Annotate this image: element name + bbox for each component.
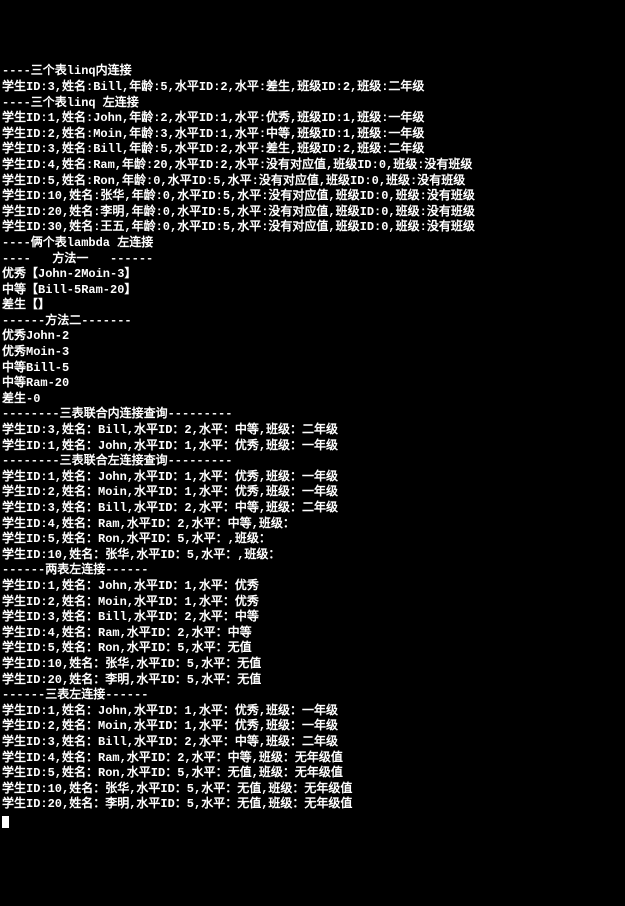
output-line: 学生ID:2,姓名：Moin,水平ID：1,水平：优秀 — [2, 595, 623, 611]
cursor-line — [2, 813, 623, 829]
output-line: 学生ID:10,姓名：张华,水平ID：5,水平：无值,班级：无年级值 — [2, 782, 623, 798]
output-line: 差生-0 — [2, 392, 623, 408]
output-line: 学生ID:10,姓名：张华,水平ID：5,水平：,班级： — [2, 548, 623, 564]
output-line: 学生ID:10,姓名：张华,水平ID：5,水平：无值 — [2, 657, 623, 673]
output-line: 学生ID:3,姓名：Bill,水平ID：2,水平：中等,班级：二年级 — [2, 423, 623, 439]
output-line: 学生ID:3,姓名：Bill,水平ID：2,水平：中等,班级：二年级 — [2, 501, 623, 517]
output-line: ----俩个表lambda 左连接 — [2, 236, 623, 252]
output-line: 学生ID:10,姓名:张华,年龄:0,水平ID:5,水平:没有对应值,班级ID:… — [2, 189, 623, 205]
output-line: 学生ID:20,姓名：李明,水平ID：5,水平：无值 — [2, 673, 623, 689]
output-line: 学生ID:1,姓名：John,水平ID：1,水平：优秀,班级：一年级 — [2, 439, 623, 455]
output-line: 中等【Bill-5Ram-20】 — [2, 283, 623, 299]
output-line: ----三个表linq内连接 — [2, 64, 623, 80]
output-line: --------三表联合内连接查询--------- — [2, 407, 623, 423]
output-line: 学生ID:4,姓名：Ram,水平ID：2,水平：中等 — [2, 626, 623, 642]
output-line: ---- 方法一 ------ — [2, 252, 623, 268]
output-line: 学生ID:3,姓名:Bill,年龄:5,水平ID:2,水平:差生,班级ID:2,… — [2, 80, 623, 96]
output-line: 学生ID:2,姓名：Moin,水平ID：1,水平：优秀,班级：一年级 — [2, 719, 623, 735]
output-line: 学生ID:2,姓名：Moin,水平ID：1,水平：优秀,班级：一年级 — [2, 485, 623, 501]
output-line: ------三表左连接------ — [2, 688, 623, 704]
output-line: 学生ID:5,姓名:Ron,年龄:0,水平ID:5,水平:没有对应值,班级ID:… — [2, 174, 623, 190]
output-line: 学生ID:1,姓名：John,水平ID：1,水平：优秀,班级：一年级 — [2, 704, 623, 720]
output-line: ------两表左连接------ — [2, 563, 623, 579]
output-line: 中等Ram-20 — [2, 376, 623, 392]
output-line: ------方法二------- — [2, 314, 623, 330]
output-line: 学生ID:3,姓名：Bill,水平ID：2,水平：中等 — [2, 610, 623, 626]
output-line: 学生ID:4,姓名：Ram,水平ID：2,水平：中等,班级： — [2, 517, 623, 533]
output-line: 优秀Moin-3 — [2, 345, 623, 361]
output-line: 学生ID:2,姓名:Moin,年龄:3,水平ID:1,水平:中等,班级ID:1,… — [2, 127, 623, 143]
terminal-output: ----三个表linq内连接学生ID:3,姓名:Bill,年龄:5,水平ID:2… — [2, 64, 623, 828]
output-line: 学生ID:3,姓名：Bill,水平ID：2,水平：中等,班级：二年级 — [2, 735, 623, 751]
cursor — [2, 816, 9, 828]
output-line: 学生ID:4,姓名：Ram,水平ID：2,水平：中等,班级：无年级值 — [2, 751, 623, 767]
output-line: 差生【】 — [2, 298, 623, 314]
output-line: 学生ID:5,姓名：Ron,水平ID：5,水平：无值,班级：无年级值 — [2, 766, 623, 782]
output-line: 学生ID:3,姓名:Bill,年龄:5,水平ID:2,水平:差生,班级ID:2,… — [2, 142, 623, 158]
output-line: 学生ID:5,姓名：Ron,水平ID：5,水平：无值 — [2, 641, 623, 657]
output-line: 学生ID:20,姓名：李明,水平ID：5,水平：无值,班级：无年级值 — [2, 797, 623, 813]
output-line: --------三表联合左连接查询--------- — [2, 454, 623, 470]
output-line: 学生ID:1,姓名：John,水平ID：1,水平：优秀,班级：一年级 — [2, 470, 623, 486]
output-line: 学生ID:1,姓名：John,水平ID：1,水平：优秀 — [2, 579, 623, 595]
output-line: 学生ID:4,姓名:Ram,年龄:20,水平ID:2,水平:没有对应值,班级ID… — [2, 158, 623, 174]
output-line: 学生ID:5,姓名：Ron,水平ID：5,水平：,班级： — [2, 532, 623, 548]
output-line: 中等Bill-5 — [2, 361, 623, 377]
output-line: 学生ID:1,姓名:John,年龄:2,水平ID:1,水平:优秀,班级ID:1,… — [2, 111, 623, 127]
output-line: 优秀John-2 — [2, 329, 623, 345]
output-line: ----三个表linq 左连接 — [2, 96, 623, 112]
output-line: 优秀【John-2Moin-3】 — [2, 267, 623, 283]
output-line: 学生ID:30,姓名:王五,年龄:0,水平ID:5,水平:没有对应值,班级ID:… — [2, 220, 623, 236]
output-line: 学生ID:20,姓名:李明,年龄:0,水平ID:5,水平:没有对应值,班级ID:… — [2, 205, 623, 221]
